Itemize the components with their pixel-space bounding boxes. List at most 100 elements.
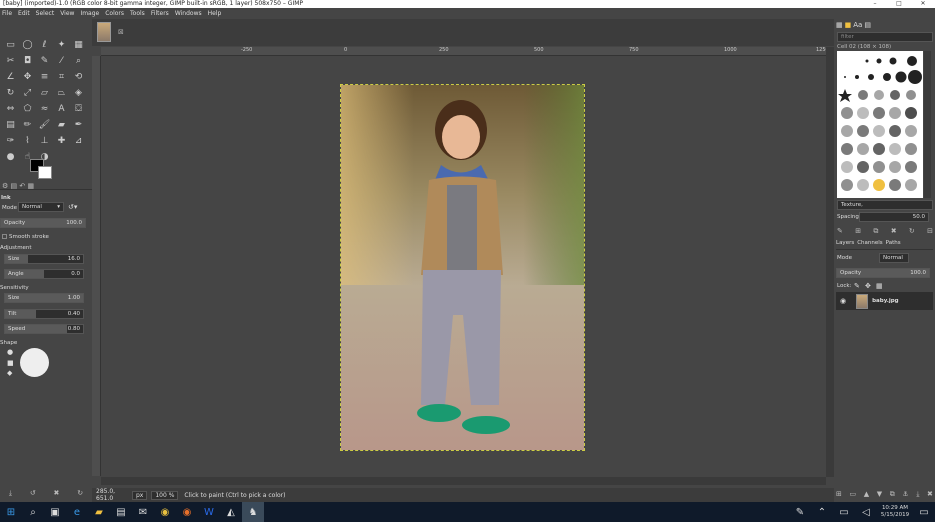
move-icon[interactable]: ✥ <box>19 69 36 85</box>
new-group-icon[interactable]: ▭ <box>850 490 857 500</box>
save-options-icon[interactable]: ⤓ <box>9 489 12 501</box>
volume-icon[interactable]: ◁ <box>855 502 877 522</box>
delete-layer-icon[interactable]: ✖ <box>927 490 933 500</box>
lock-pixels-icon[interactable]: ✎ <box>854 282 860 290</box>
menu-view[interactable]: View <box>60 10 74 17</box>
pencil-icon[interactable]: ✏ <box>19 117 36 133</box>
horizontal-scrollbar[interactable] <box>101 477 826 485</box>
device-status-tab-icon[interactable]: ▤ <box>11 182 18 190</box>
layer-row[interactable]: ◉ baby.jpg <box>836 292 933 310</box>
network-icon[interactable]: ▭ <box>833 502 855 522</box>
close-tab-icon[interactable]: ⊠ <box>118 28 124 36</box>
bucket-fill-icon[interactable]: ⛋ <box>70 101 87 117</box>
start-icon[interactable]: ⊞ <box>0 502 22 522</box>
reset-options-icon[interactable]: ↻ <box>77 489 83 501</box>
open-brush-icon[interactable]: ⊟ <box>927 227 933 236</box>
sensitivity-size-slider[interactable]: Size 1.00 <box>4 293 84 303</box>
free-select-icon[interactable]: ℓ <box>36 37 53 53</box>
layer-mode-select[interactable]: Normal <box>879 253 909 263</box>
mail-icon[interactable]: ✉ <box>132 502 154 522</box>
lower-layer-icon[interactable]: ▼ <box>877 490 882 500</box>
gradient-icon[interactable]: ▤ <box>2 117 19 133</box>
menu-windows[interactable]: Windows <box>175 10 202 17</box>
notification-icon[interactable]: ▭ <box>913 502 935 522</box>
brush-grid[interactable] <box>837 51 923 198</box>
gimp-taskbar-icon[interactable]: ♞ <box>242 502 264 522</box>
fonts-tab-icon[interactable]: Aa <box>853 21 862 30</box>
images-tab-icon[interactable]: ▦ <box>27 182 34 190</box>
brush-filter-input[interactable]: filter <box>837 32 933 42</box>
text-icon[interactable]: A <box>53 101 70 117</box>
size-slider[interactable]: Size 16.0 <box>4 254 84 264</box>
ink-icon[interactable]: ✑ <box>2 133 19 149</box>
eye-icon[interactable]: ◉ <box>840 297 846 305</box>
flip-icon[interactable]: ⇔ <box>2 101 19 117</box>
airbrush-icon[interactable]: ✒ <box>70 117 87 133</box>
task-view-icon[interactable]: ▣ <box>44 502 66 522</box>
rotate-icon[interactable]: ↻ <box>2 85 19 101</box>
ink-blob-editor[interactable] <box>20 348 49 377</box>
new-brush-icon[interactable]: ⊞ <box>855 227 861 236</box>
foreground-select-icon[interactable]: ◘ <box>19 53 36 69</box>
scale-icon[interactable]: ⤢ <box>19 85 36 101</box>
clock[interactable]: 10:29 AM 5/15/2019 <box>877 505 913 519</box>
eraser-icon[interactable]: ▰ <box>53 117 70 133</box>
ellipse-select-icon[interactable]: ◯ <box>19 37 36 53</box>
new-layer-icon[interactable]: ⊞ <box>836 490 842 500</box>
store-icon[interactable]: ▤ <box>110 502 132 522</box>
merge-layer-icon[interactable]: ⤓ <box>916 490 919 500</box>
vertical-scrollbar[interactable] <box>826 47 834 477</box>
close-button[interactable]: ✕ <box>911 0 935 8</box>
menu-filters[interactable]: Filters <box>151 10 169 17</box>
chrome-icon[interactable]: ◉ <box>154 502 176 522</box>
warp-transform-icon[interactable]: ≈ <box>36 101 53 117</box>
clone-icon[interactable]: ⊥ <box>36 133 53 149</box>
color-picker-icon[interactable]: ⁄ <box>53 53 70 69</box>
paths-icon[interactable]: ✎ <box>36 53 53 69</box>
tab-paths[interactable]: Paths <box>886 240 901 249</box>
shape-circle-icon[interactable]: ● <box>7 348 13 356</box>
spacing-input[interactable]: 50.0 <box>859 212 929 222</box>
anchor-layer-icon[interactable]: ⚓ <box>902 490 908 500</box>
menu-image[interactable]: Image <box>80 10 99 17</box>
perspective-clone-icon[interactable]: ⊿ <box>70 133 87 149</box>
background-color-swatch[interactable] <box>38 166 52 179</box>
document-history-tab-icon[interactable]: ▤ <box>864 21 871 30</box>
tray-chevron-icon[interactable]: ⌃ <box>811 502 833 522</box>
menu-file[interactable]: File <box>2 10 12 17</box>
select-by-color-icon[interactable]: ▦ <box>70 37 87 53</box>
mypaint-brush-icon[interactable]: ⌇ <box>19 133 36 149</box>
layer-opacity-slider[interactable]: Opacity 100.0 <box>836 268 930 278</box>
search-icon[interactable]: ⌕ <box>22 502 44 522</box>
patterns-tab-icon[interactable]: ■ <box>845 21 852 30</box>
menu-tools[interactable]: Tools <box>130 10 145 17</box>
blur-icon[interactable]: ● <box>2 149 19 165</box>
crop-icon[interactable]: ⌗ <box>53 69 70 85</box>
delete-options-icon[interactable]: ✖ <box>54 489 60 501</box>
edit-brush-icon[interactable]: ✎ <box>837 227 843 236</box>
shear-icon[interactable]: ▱ <box>36 85 53 101</box>
perspective-icon[interactable]: ⏢ <box>53 85 70 101</box>
menu-colors[interactable]: Colors <box>105 10 124 17</box>
undo-history-tab-icon[interactable]: ↶ <box>19 182 25 190</box>
shape-square-icon[interactable]: ■ <box>7 359 14 367</box>
unit-select[interactable]: px <box>132 490 148 500</box>
paintbrush-icon[interactable]: 🖌 <box>36 117 53 133</box>
smooth-stroke-checkbox[interactable]: Smooth stroke <box>0 231 90 242</box>
tab-channels[interactable]: Channels <box>857 240 882 249</box>
pen-workspace-icon[interactable]: ✎ <box>789 502 811 522</box>
delete-brush-icon[interactable]: ✖ <box>891 227 897 236</box>
edge-icon[interactable]: e <box>66 502 88 522</box>
cage-transform-icon[interactable]: ⬠ <box>19 101 36 117</box>
rect-select-icon[interactable]: ▭ <box>2 37 19 53</box>
menu-help[interactable]: Help <box>208 10 222 17</box>
lock-alpha-icon[interactable]: ▦ <box>876 282 883 290</box>
lock-position-icon[interactable]: ✥ <box>865 282 871 290</box>
brush-tag-input[interactable]: Texture, <box>837 200 933 210</box>
tab-layers[interactable]: Layers <box>836 240 854 249</box>
brush-scrollbar[interactable] <box>924 51 931 198</box>
speed-slider[interactable]: Speed 0.80 <box>4 324 84 334</box>
zoom-select[interactable]: 100 % <box>151 490 179 500</box>
maximize-button[interactable]: □ <box>887 0 911 8</box>
shape-diamond-icon[interactable]: ◆ <box>7 369 12 377</box>
